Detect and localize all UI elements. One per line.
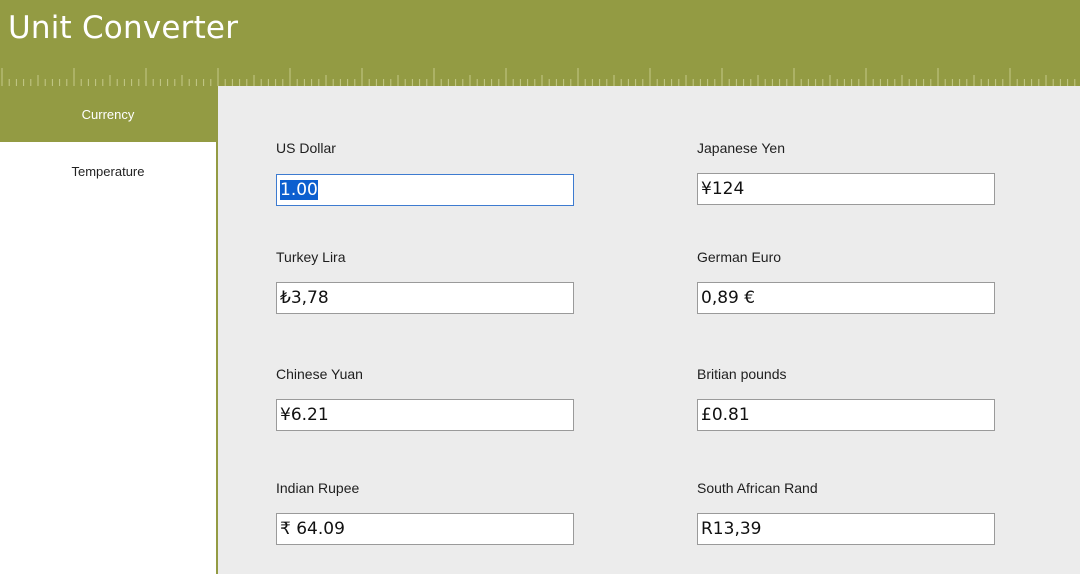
currency-field-britian-pounds: Britian pounds [697,366,995,431]
currency-field-chinese-yuan: Chinese Yuan [276,366,574,431]
currency-field-us-dollar: US Dollar [276,140,574,206]
currency-field-south-african-rand: South African Rand [697,480,995,545]
field-label: Indian Rupee [276,480,360,496]
sidebar-item-label: Temperature [71,164,145,179]
app-title: Unit Converter [8,10,239,46]
field-label: Chinese Yuan [276,366,363,382]
converter-panel: US Dollar Japanese Yen Turkey Lira Germa… [218,86,1080,574]
field-label: German Euro [697,249,782,265]
south-african-rand-input[interactable] [697,513,995,545]
sidebar: Currency Temperature [0,86,218,574]
currency-field-japanese-yen: Japanese Yen [697,140,995,205]
german-euro-input[interactable] [697,282,995,314]
sidebar-item-label: Currency [81,107,135,122]
field-label: Japanese Yen [697,140,785,156]
field-label: Britian pounds [697,366,787,382]
field-label: Turkey Lira [276,249,346,265]
us-dollar-input[interactable] [276,174,574,206]
turkey-lira-input[interactable] [276,282,574,314]
app-header: Unit Converter [0,0,1080,86]
japanese-yen-input[interactable] [697,173,995,205]
field-label: South African Rand [697,480,818,496]
currency-field-german-euro: German Euro [697,249,995,314]
currency-field-indian-rupee: Indian Rupee [276,480,574,545]
field-label: US Dollar [276,140,336,156]
britian-pounds-input[interactable] [697,399,995,431]
sidebar-item-temperature[interactable]: Temperature [0,144,216,200]
ruler-decoration [1,68,1076,86]
sidebar-item-currency[interactable]: Currency [0,86,216,142]
indian-rupee-input[interactable] [276,513,574,545]
currency-field-turkey-lira: Turkey Lira [276,249,574,314]
chinese-yuan-input[interactable] [276,399,574,431]
